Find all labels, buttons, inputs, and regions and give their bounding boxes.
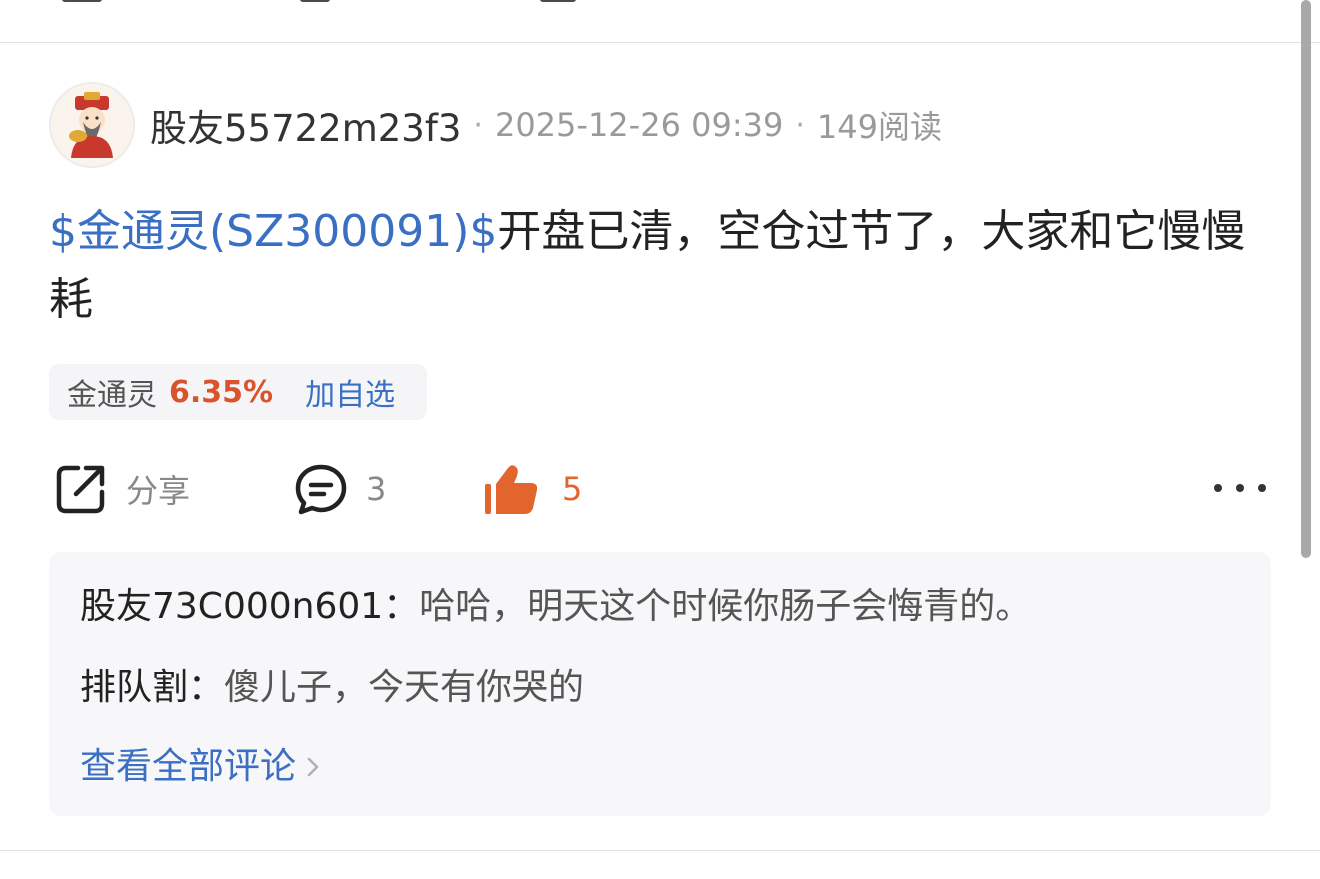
scrollbar[interactable] [1301,0,1311,558]
top-divider [0,42,1320,43]
comment-text: 哈哈，明天这个时候你肠子会悔青的。 [419,586,1032,627]
author-name[interactable]: 股友55722m23f3 [150,98,461,152]
comments-preview[interactable]: 股友73C000n601：哈哈，明天这个时候你肠子会悔青的。 排队割：傻儿子，今… [49,552,1271,816]
share-label: 分享 [126,472,191,510]
previous-item-edge [0,0,1300,4]
stock-change: 6.35% [169,374,274,410]
like-button[interactable]: 5 [484,460,582,518]
comment-author[interactable]: 排队割 [80,667,188,708]
comment-item[interactable]: 排队割：傻儿子，今天有你哭的 [80,663,584,713]
post-timestamp: 2025-12-26 09:39 [494,106,784,144]
chevron-right-icon [307,757,319,777]
read-count: 149阅读 [816,108,942,146]
comment-colon: ： [188,667,225,708]
comment-colon: ： [383,586,420,627]
comment-bubble-icon [295,464,347,515]
comment-item[interactable]: 股友73C000n601：哈哈，明天这个时候你肠子会悔青的。 [80,582,1031,632]
stock-name: 金通灵 [67,378,157,413]
share-button[interactable]: 分享 [54,460,190,518]
fortune-god-avatar-icon [69,92,113,158]
post-meta: 股友55722m23f3 · 2025-12-26 09:39 · 149阅读 [150,100,942,150]
meta-separator: · [473,107,483,143]
stock-tag-link[interactable]: $金通灵(SZ300091)$ [49,206,497,257]
thumbs-up-icon [485,465,538,514]
comment-author[interactable]: 股友73C000n601 [80,586,383,627]
comment-button[interactable]: 3 [294,460,386,518]
post-card: 股友55722m23f3 · 2025-12-26 09:39 · 149阅读 … [0,0,1320,879]
meta-separator: · [795,107,805,143]
view-all-comments-link[interactable]: 查看全部评论 [80,742,320,792]
post-content[interactable]: $金通灵(SZ300091)$开盘已清，空仓过节了，大家和它慢慢耗 [49,198,1269,334]
like-count: 5 [562,470,583,508]
bottom-divider [0,850,1320,851]
avatar[interactable] [49,82,135,168]
more-dots-icon[interactable] [1214,476,1266,500]
add-watchlist-button[interactable]: 加自选 [305,370,395,414]
comment-text: 傻儿子，今天有你哭的 [224,667,585,708]
comment-count: 3 [366,470,387,508]
stock-chip[interactable]: 金通灵 6.35% 加自选 [49,364,427,420]
view-all-label: 查看全部评论 [80,746,297,787]
share-icon [56,465,105,514]
